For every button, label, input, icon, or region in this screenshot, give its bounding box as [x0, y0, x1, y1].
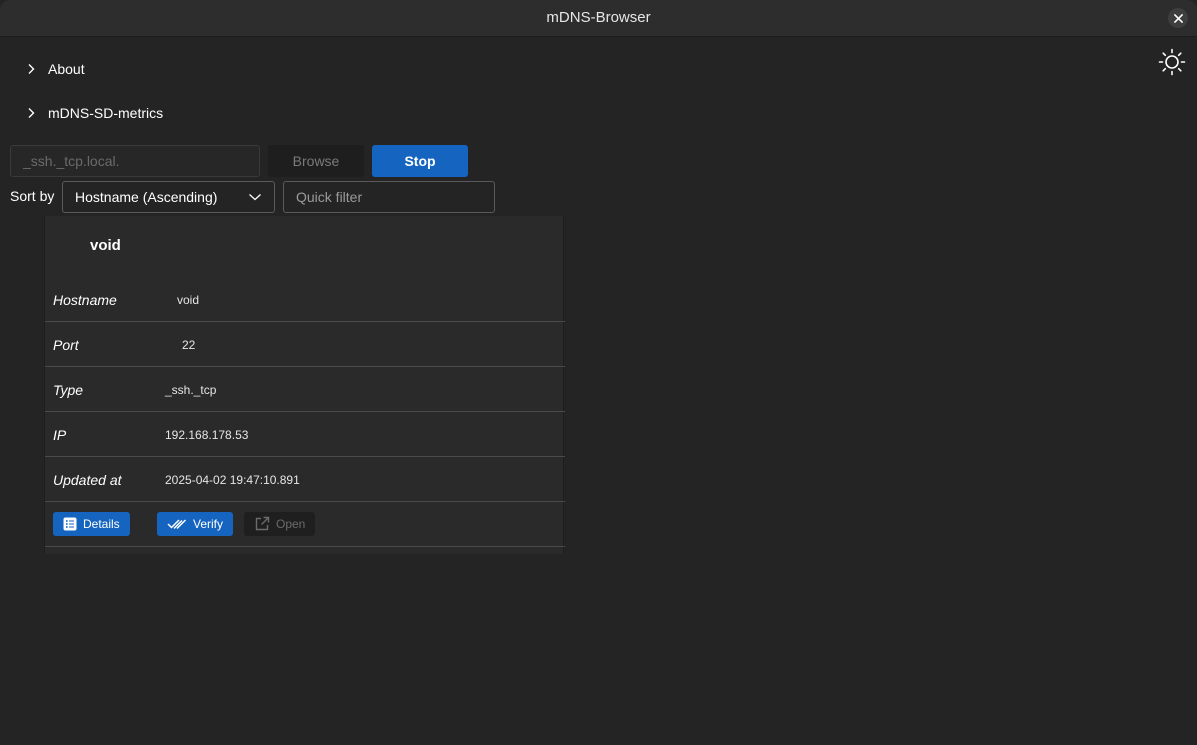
field-key: Updated at: [53, 472, 122, 488]
open-button[interactable]: Open: [244, 512, 316, 536]
double-check-icon: [167, 519, 187, 530]
field-key: Type: [53, 382, 84, 398]
field-value: 192.168.178.53: [165, 428, 249, 442]
field-row-port: Port 22: [45, 322, 565, 367]
sort-dropdown[interactable]: Hostname (Ascending): [62, 181, 275, 213]
chevron-down-icon: [249, 194, 261, 201]
verify-label: Verify: [193, 517, 224, 531]
field-key: Hostname: [53, 292, 117, 308]
stop-button[interactable]: Stop: [372, 145, 468, 177]
close-icon: [1173, 13, 1183, 23]
field-row-type: Type _ssh._tcp: [45, 367, 565, 412]
field-value: 22: [182, 338, 196, 352]
field-key: Port: [53, 337, 79, 353]
field-value: _ssh._tcp: [165, 383, 217, 397]
theme-toggle-button[interactable]: [1157, 47, 1187, 77]
external-link-icon: [255, 516, 270, 531]
chevron-right-icon: [22, 60, 40, 78]
service-card: void Hostname void Port 22 Type _ssh._tc…: [44, 216, 565, 554]
service-type-input[interactable]: [10, 145, 260, 177]
about-label: About: [48, 61, 85, 77]
list-icon: [63, 517, 77, 531]
metrics-expander[interactable]: mDNS-SD-metrics: [22, 100, 163, 126]
service-actions: Details Verify Open: [45, 501, 565, 547]
metrics-label: mDNS-SD-metrics: [48, 105, 164, 121]
details-label: Details: [83, 517, 120, 531]
window-title: mDNS-Browser: [546, 9, 651, 26]
about-expander[interactable]: About: [22, 56, 85, 82]
title-bar: mDNS-Browser: [0, 0, 1197, 37]
field-row-updated: Updated at 2025-04-02 19:47:10.891: [45, 457, 565, 502]
verify-button[interactable]: Verify: [157, 512, 234, 536]
quick-filter-input[interactable]: [283, 181, 495, 213]
field-value: 2025-04-02 19:47:10.891: [165, 473, 300, 487]
service-name: void: [90, 237, 121, 254]
field-key: IP: [53, 427, 67, 443]
chevron-right-icon: [22, 104, 40, 122]
browse-button[interactable]: Browse: [268, 145, 364, 177]
field-row-hostname: Hostname void: [45, 277, 565, 322]
details-button[interactable]: Details: [53, 512, 130, 536]
field-row-ip: IP 192.168.178.53: [45, 412, 565, 457]
field-value: void: [177, 293, 200, 307]
open-label: Open: [276, 517, 306, 531]
close-button[interactable]: [1168, 8, 1188, 28]
sort-label: Sort by: [10, 188, 55, 204]
app-window: mDNS-Browser About mDNS-SD-metrics _ssh.…: [0, 0, 1197, 745]
sun-icon: [1158, 48, 1186, 76]
sort-selected-value: Hostname (Ascending): [75, 189, 218, 205]
